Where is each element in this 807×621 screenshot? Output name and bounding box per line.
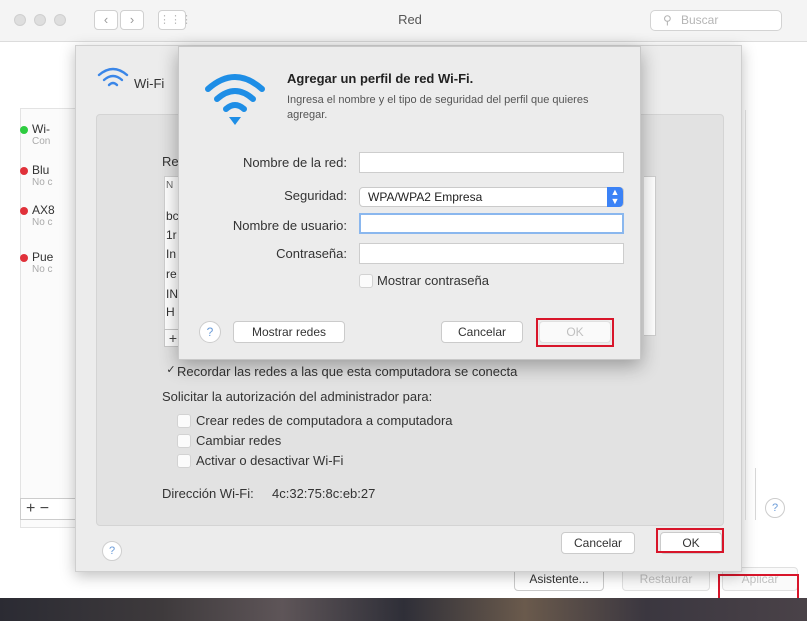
back-button[interactable]: ‹ [94,10,118,30]
wifi-icon [96,66,130,95]
dialog-title: Agregar un perfil de red Wi-Fi. [287,71,474,86]
security-label: Seguridad: [284,188,347,203]
divider [755,468,756,520]
service-status: No c [32,264,53,275]
minimize-window-button[interactable] [34,14,46,26]
remember-networks-checkbox[interactable]: ✓ [164,364,178,378]
toggle-wifi-label: Activar o desactivar Wi-Fi [196,453,344,468]
username-input[interactable] [359,213,624,234]
desktop-background [0,598,807,621]
password-input[interactable] [359,243,624,264]
list-row-fragment[interactable]: bc [166,209,179,223]
admin-auth-label: Solicitar la autorización del administra… [162,389,433,404]
wifi-address-label: Dirección Wi-Fi: [162,486,254,501]
dialog-cancel-button[interactable]: Cancelar [441,321,523,343]
service-status: No c [32,217,53,228]
show-networks-button[interactable]: Mostrar redes [233,321,345,343]
service-name: Pue [32,250,54,264]
security-value: WPA/WPA2 Empresa [368,190,483,204]
sheet-help-button[interactable]: ? [102,541,122,561]
security-select[interactable]: WPA/WPA2 Empresa ▲ ▼ [359,187,624,207]
title-bar: ‹ › ⋮⋮⋮ Red ⚲ Buscar [0,0,807,42]
service-status: Con [32,136,51,147]
status-dot [20,207,28,215]
service-name: Blu [32,163,50,177]
remember-networks-label: Recordar las redes a las que esta comput… [177,364,518,379]
preferred-networks-list-edge [644,176,656,336]
search-placeholder: Buscar [681,13,719,27]
add-wifi-profile-dialog: Agregar un perfil de red Wi-Fi. Ingresa … [178,46,641,360]
chevron-up-down-icon: ▲ ▼ [607,187,623,207]
change-networks-checkbox[interactable] [177,434,191,448]
list-row-fragment[interactable]: IN [166,287,178,301]
close-window-button[interactable] [14,14,26,26]
service-item-ax8[interactable]: AX8 No c [20,203,55,228]
details-panel-edge [745,110,785,520]
service-status: No c [32,177,53,188]
show-password-checkbox[interactable] [359,274,373,288]
service-name: AX8 [32,203,55,217]
service-item-bridge[interactable]: Pue No c [20,250,54,275]
change-networks-label: Cambiar redes [196,433,282,448]
network-name-input[interactable] [359,152,624,173]
zoom-window-button[interactable] [54,14,66,26]
computer-to-computer-label: Crear redes de computadora a computadora [196,413,453,428]
status-dot [20,167,28,175]
window-title: Red [398,12,422,27]
help-button[interactable]: ? [765,498,785,518]
dialog-ok-highlight [536,318,614,347]
list-header-fragment: N [166,180,174,191]
service-item-bluetooth[interactable]: Blu No c [20,163,53,188]
wifi-icon [203,69,267,132]
wifi-address-value: 4c:32:75:8c:eb:27 [272,486,376,501]
sheet-cancel-button[interactable]: Cancelar [561,532,635,554]
list-row-fragment[interactable]: In [166,247,176,261]
networks-header-partial: Re [162,154,179,169]
dialog-description: Ingresa el nombre y el tipo de seguridad… [287,94,589,121]
status-dot [20,254,28,262]
apply-highlight [718,574,799,601]
list-row-fragment[interactable]: 1r [166,228,177,242]
search-field[interactable]: ⚲ Buscar [650,10,782,31]
add-remove-service-buttons[interactable]: + − [20,498,80,520]
dialog-help-button[interactable]: ? [199,321,221,343]
password-label: Contraseña: [276,246,347,261]
search-icon: ⚲ [663,13,672,27]
list-row-fragment[interactable]: H [166,305,175,319]
username-label: Nombre de usuario: [232,218,347,233]
service-item-wifi[interactable]: Wi- Con [20,122,51,147]
list-row-fragment[interactable]: re [166,267,177,281]
network-name-label: Nombre de la red: [242,155,347,170]
status-dot [20,126,28,134]
sheet-ok-highlight [656,528,724,553]
service-name: Wi- [32,122,50,136]
sheet-wifi-label: Wi-Fi [134,76,165,91]
computer-to-computer-checkbox[interactable] [177,414,191,428]
show-password-label: Mostrar contraseña [377,273,489,288]
forward-button[interactable]: › [120,10,144,30]
toggle-wifi-checkbox[interactable] [177,454,191,468]
show-all-grid-icon[interactable]: ⋮⋮⋮ [158,10,192,30]
